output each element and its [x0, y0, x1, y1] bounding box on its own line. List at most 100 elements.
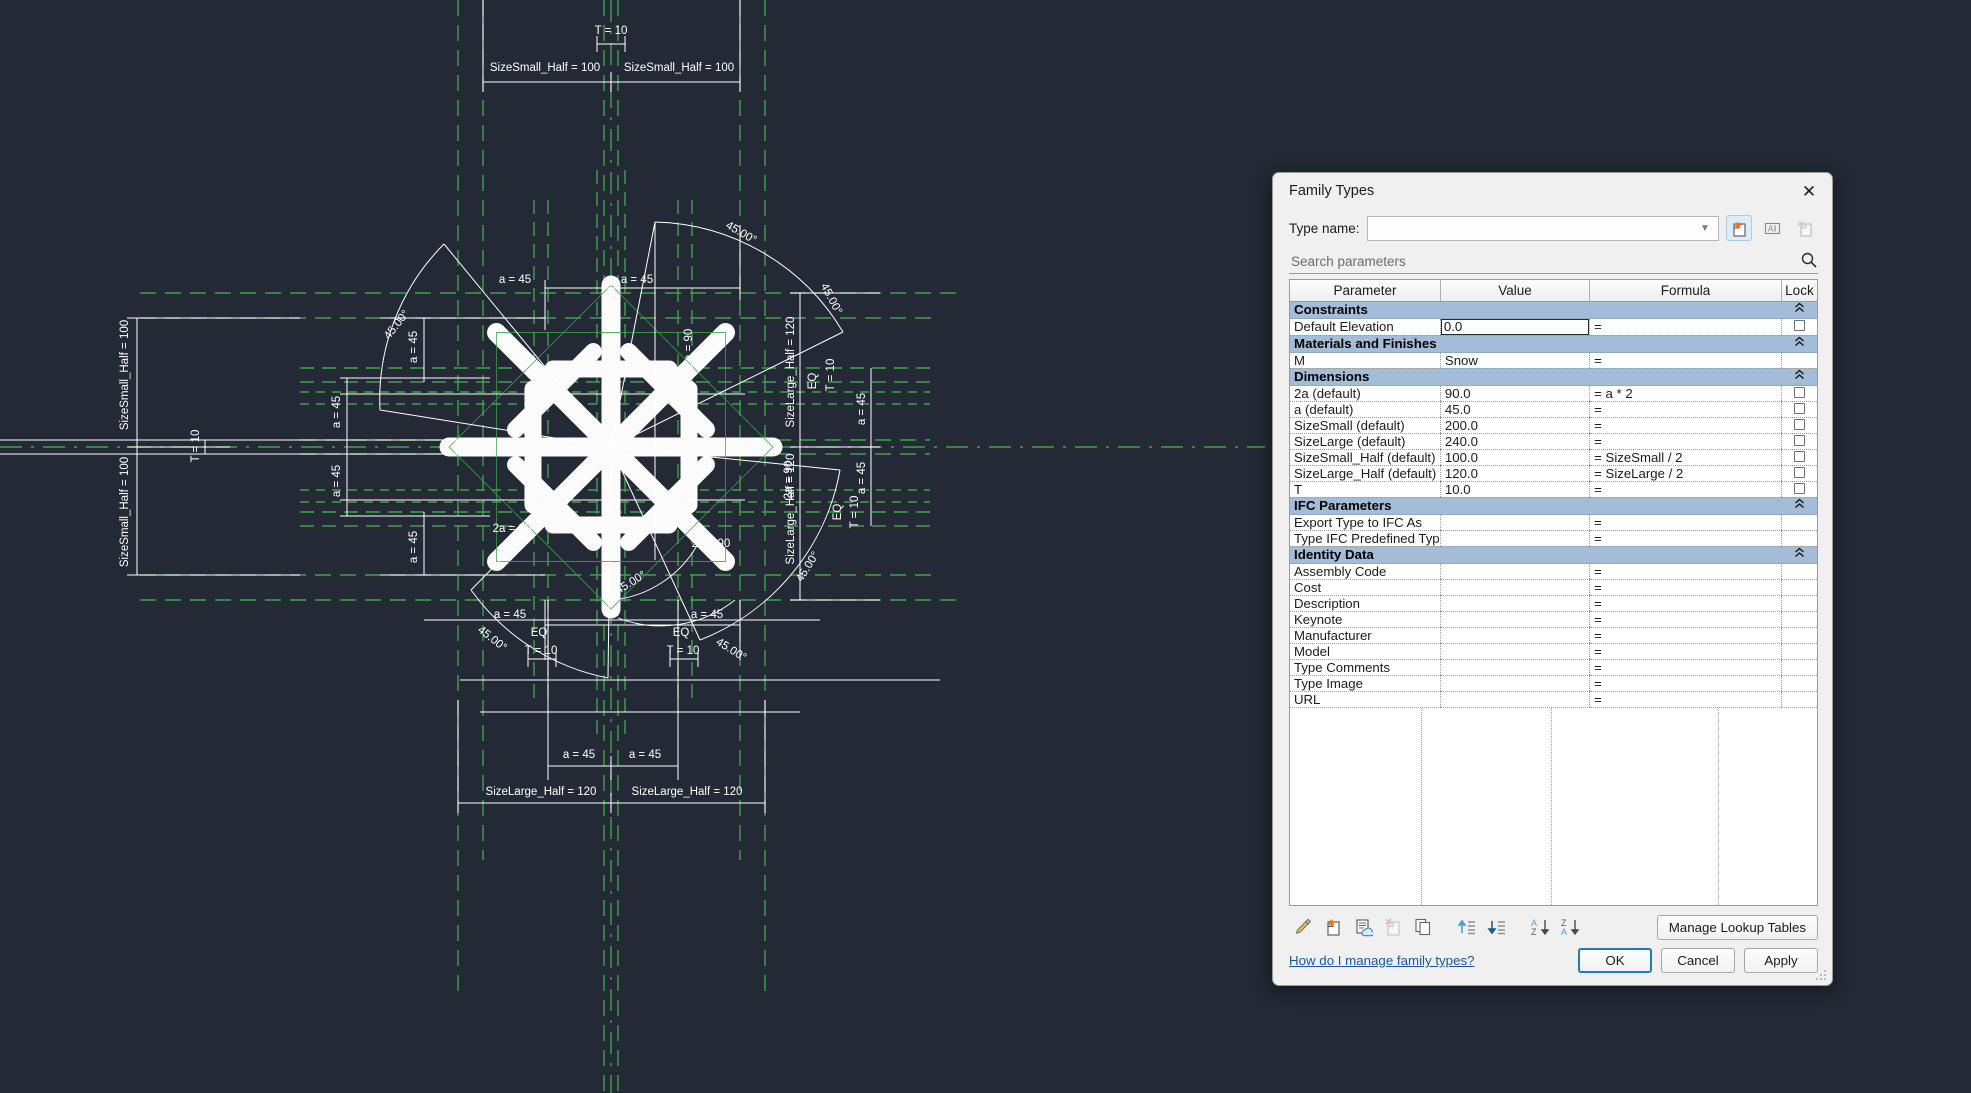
dimension-label-bot-2a-right[interactable]: 2a = 90	[692, 538, 731, 550]
parameter-row[interactable]: Type Comments =	[1290, 659, 1817, 676]
parameter-name-cell[interactable]: Type IFC Predefined Type	[1290, 530, 1441, 547]
parameter-name-cell[interactable]: Description	[1290, 595, 1441, 612]
lock-checkbox[interactable]	[1793, 482, 1805, 494]
parameter-lock-cell[interactable]	[1780, 563, 1817, 580]
dimension-label-right-2a[interactable]: 2a = 90	[783, 461, 795, 500]
parameter-lock-cell[interactable]	[1780, 659, 1817, 676]
parameter-name-cell[interactable]: Export Type to IFC As	[1290, 514, 1441, 531]
lock-checkbox[interactable]	[1793, 320, 1805, 331]
parameter-name-cell[interactable]: Default Elevation	[1290, 318, 1441, 336]
dimension-label-right-t-bot[interactable]: T = 10	[849, 496, 861, 529]
parameter-lock-cell[interactable]	[1780, 352, 1817, 369]
dimension-label-bot-sizelarge-left[interactable]: SizeLarge_Half = 120	[486, 786, 597, 798]
dimension-label-top-2a[interactable]: 2a = 90	[683, 329, 695, 368]
parameter-name-cell[interactable]: Cost	[1290, 579, 1441, 596]
parameter-value-cell[interactable]: 120.0	[1439, 465, 1590, 482]
parameter-name-cell[interactable]: T	[1290, 481, 1441, 498]
parameter-lock-cell[interactable]	[1780, 691, 1817, 708]
parameter-name-cell[interactable]: SizeSmall_Half (default)	[1290, 449, 1441, 466]
parameter-value-cell[interactable]: 45.0	[1439, 401, 1590, 418]
parameter-group-header[interactable]: IFC Parameters	[1290, 497, 1817, 515]
parameter-formula-cell[interactable]: =	[1589, 352, 1782, 369]
dimension-label-bot-angle-right[interactable]: 45.00°	[714, 636, 749, 664]
dimension-label-left-a-lower[interactable]: a = 45	[408, 531, 420, 563]
parameter-lock-cell[interactable]	[1780, 318, 1817, 336]
search-input[interactable]	[1289, 252, 1800, 270]
parameter-formula-cell[interactable]: =	[1589, 691, 1782, 708]
parameter-row[interactable]: SizeSmall (default) 200.0 =	[1290, 417, 1817, 434]
dimension-label-left-a-mid2[interactable]: a = 45	[331, 465, 343, 497]
lock-checkbox[interactable]	[1793, 434, 1805, 446]
column-header-lock[interactable]: Lock	[1781, 280, 1817, 302]
duplicate-parameter-icon[interactable]	[1409, 914, 1437, 940]
apply-button[interactable]: Apply	[1744, 948, 1818, 973]
parameter-row[interactable]: Type Image =	[1290, 675, 1817, 692]
lock-checkbox[interactable]	[1793, 402, 1805, 414]
parameter-name-cell[interactable]: Type Image	[1290, 675, 1441, 692]
parameter-name-cell[interactable]: Assembly Code	[1290, 563, 1441, 580]
parameter-name-cell[interactable]: M	[1290, 352, 1441, 369]
parameter-formula-cell[interactable]: =	[1589, 417, 1782, 434]
cancel-button[interactable]: Cancel	[1661, 948, 1735, 973]
parameter-lock-cell[interactable]	[1780, 385, 1817, 402]
parameter-lock-cell[interactable]	[1780, 627, 1817, 644]
parameter-value-cell[interactable]: 240.0	[1439, 433, 1590, 450]
dimension-label-left-sizesmall-top[interactable]: SizeSmall_Half = 100	[119, 320, 131, 430]
parameter-row[interactable]: Cost =	[1290, 579, 1817, 596]
parameter-toolbar[interactable]: A Z Z A Manage Lookup Tables	[1273, 906, 1832, 942]
parameter-formula-cell[interactable]: =	[1589, 595, 1782, 612]
parameter-value-cell[interactable]	[1439, 563, 1590, 580]
parameter-row[interactable]: Keynote =	[1290, 611, 1817, 628]
dimension-label-right-sizelarge-top[interactable]: SizeLarge_Half = 120	[785, 317, 797, 428]
parameter-row[interactable]: Model =	[1290, 643, 1817, 660]
dimension-label-bot-a-left[interactable]: a = 45	[494, 609, 526, 621]
sort-ascending-icon[interactable]: A Z	[1527, 914, 1555, 940]
parameters-table-container[interactable]: Parameter Value Formula Lock Constraints…	[1289, 279, 1818, 906]
new-global-parameter-icon[interactable]	[1349, 914, 1377, 940]
parameter-name-cell[interactable]: a (default)	[1290, 401, 1441, 418]
parameter-lock-cell[interactable]	[1780, 530, 1817, 547]
parameter-row[interactable]: Description =	[1290, 595, 1817, 612]
parameter-row[interactable]: SizeLarge (default) 240.0 =	[1290, 433, 1817, 450]
parameter-row[interactable]: M Snow =	[1290, 352, 1817, 369]
dimension-label-bot-eq-right[interactable]: EQ	[673, 627, 690, 639]
parameter-value-cell[interactable]	[1439, 627, 1590, 644]
column-header-parameter[interactable]: Parameter	[1290, 280, 1441, 302]
parameter-lock-cell[interactable]	[1780, 481, 1817, 498]
chevron-collapse-icon[interactable]	[1781, 497, 1817, 515]
column-header-value[interactable]: Value	[1440, 280, 1591, 302]
new-type-icon[interactable]	[1726, 215, 1752, 241]
parameter-formula-cell[interactable]: =	[1589, 563, 1782, 580]
edit-parameter-icon[interactable]	[1289, 914, 1317, 940]
parameter-formula-cell[interactable]: =	[1589, 675, 1782, 692]
parameter-formula-cell[interactable]: = SizeLarge / 2	[1589, 465, 1782, 482]
parameter-name-cell[interactable]: 2a (default)	[1290, 385, 1441, 402]
dimension-label-bot-eq-left[interactable]: EQ	[531, 627, 548, 639]
parameter-lock-cell[interactable]	[1780, 465, 1817, 482]
manage-lookup-tables-button[interactable]: Manage Lookup Tables	[1656, 914, 1818, 940]
parameter-value-cell[interactable]	[1439, 514, 1590, 531]
parameter-name-cell[interactable]: URL	[1290, 691, 1441, 708]
parameter-group-header[interactable]: Identity Data	[1290, 546, 1817, 564]
parameter-value-cell[interactable]: 90.0	[1439, 385, 1590, 402]
parameter-name-cell[interactable]: SizeLarge (default)	[1290, 433, 1441, 450]
parameter-value-cell[interactable]: 200.0	[1439, 417, 1590, 434]
parameter-formula-cell[interactable]: =	[1589, 659, 1782, 676]
parameter-lock-cell[interactable]	[1780, 449, 1817, 466]
type-name-combobox[interactable]: ▼	[1366, 215, 1719, 241]
parameter-value-input[interactable]	[1441, 318, 1590, 334]
parameter-name-cell[interactable]: Model	[1290, 643, 1441, 660]
dialog-titlebar[interactable]: Family Types ✕	[1273, 173, 1832, 209]
chevron-collapse-icon[interactable]	[1781, 368, 1817, 386]
search-box[interactable]	[1289, 249, 1818, 274]
dimension-label-bot-2a-left[interactable]: 2a = 90	[493, 523, 532, 535]
rename-type-icon[interactable]: A	[1759, 215, 1785, 241]
parameter-row[interactable]: a (default) 45.0 =	[1290, 401, 1817, 418]
parameter-row[interactable]: Default Elevation =	[1290, 318, 1817, 336]
parameter-formula-cell[interactable]: =	[1589, 627, 1782, 644]
parameter-formula-cell[interactable]: =	[1589, 611, 1782, 628]
dimension-label-left-angle-2[interactable]: 45.00°	[475, 624, 509, 654]
dimension-label-right-a-lower[interactable]: a = 45	[856, 462, 868, 494]
chevron-collapse-icon[interactable]	[1781, 335, 1817, 353]
move-up-icon[interactable]	[1453, 914, 1481, 940]
